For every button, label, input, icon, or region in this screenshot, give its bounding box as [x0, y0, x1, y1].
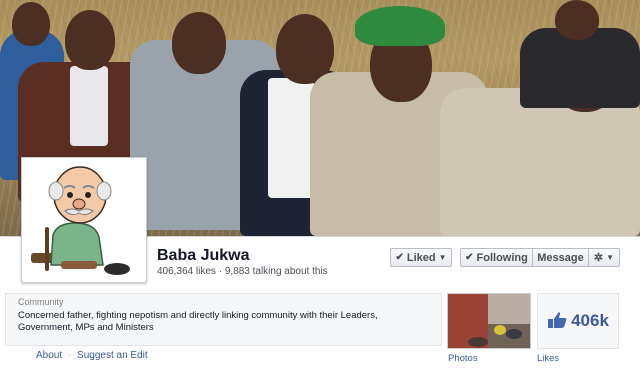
about-links: About · Suggest an Edit: [36, 350, 148, 361]
following-label: Following: [476, 251, 528, 264]
message-label: Message: [537, 251, 584, 264]
liked-button[interactable]: ✔ Liked ▼: [390, 248, 452, 267]
page-stats: 406,364 likes · 9,883 talking about this: [157, 266, 328, 277]
likes-box[interactable]: 406k: [537, 293, 619, 349]
caret-down-icon: ▼: [606, 253, 615, 262]
page-title[interactable]: Baba Jukwa: [157, 247, 249, 265]
page-description: Concerned father, fighting nepotism and …: [18, 310, 378, 333]
likes-count: 406k: [571, 311, 609, 330]
link-separator: ·: [67, 350, 72, 361]
photos-thumbnail[interactable]: [447, 293, 531, 349]
cartoon-old-man-avatar: [25, 161, 143, 279]
check-icon: ✔: [465, 252, 474, 263]
thumbs-up-icon: [547, 311, 567, 332]
page-category: Community: [18, 297, 64, 307]
photos-label[interactable]: Photos: [448, 353, 478, 364]
gear-icon: ✲: [593, 252, 604, 264]
green-hat: [355, 6, 445, 46]
check-icon: ✔: [395, 252, 404, 263]
caret-down-icon: ▼: [438, 253, 447, 262]
settings-button[interactable]: ✲ ▼: [588, 248, 620, 267]
likes-label[interactable]: Likes: [537, 353, 559, 364]
photo-preview-image: [448, 294, 530, 348]
message-button[interactable]: Message: [532, 248, 589, 267]
profile-picture[interactable]: [21, 157, 147, 283]
about-link[interactable]: About: [36, 350, 62, 361]
liked-label: Liked: [406, 251, 436, 264]
following-button[interactable]: ✔ Following: [460, 248, 533, 267]
suggest-edit-link[interactable]: Suggest an Edit: [77, 350, 148, 361]
